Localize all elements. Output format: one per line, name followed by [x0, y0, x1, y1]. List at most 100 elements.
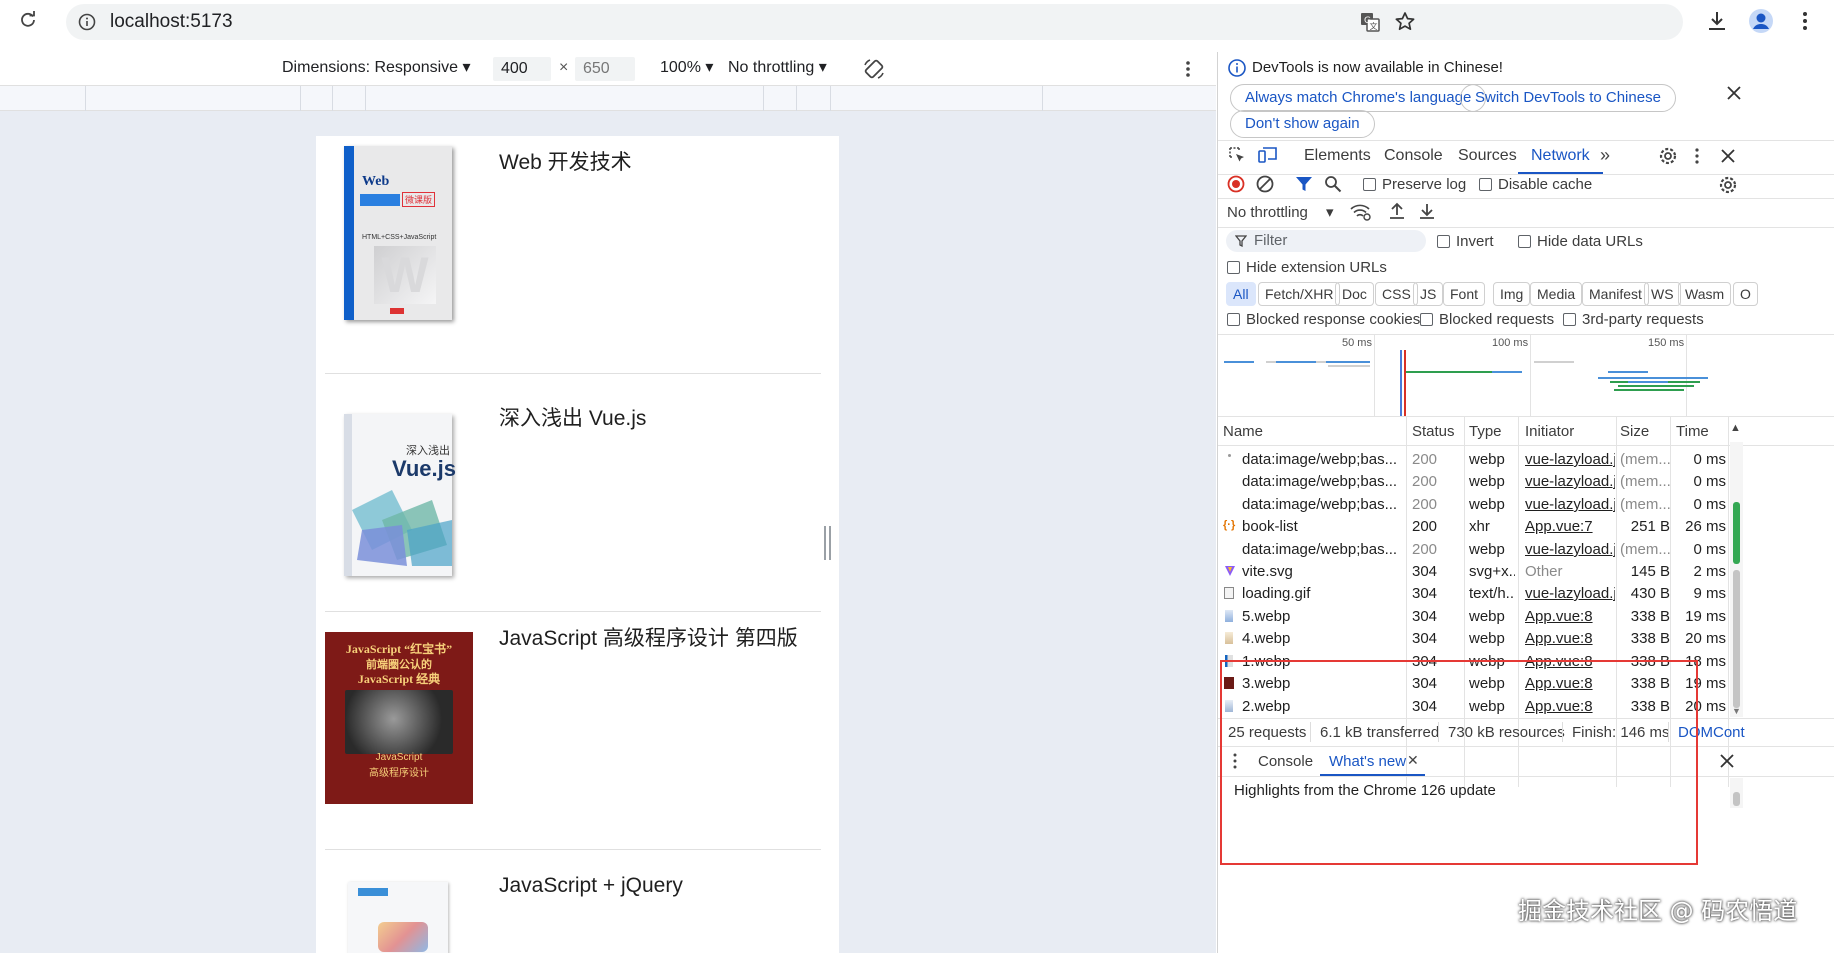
rotate-icon[interactable] — [862, 57, 886, 81]
tab-network[interactable]: Network — [1531, 147, 1590, 165]
import-har-icon[interactable] — [1388, 202, 1406, 220]
type-filter-all[interactable]: All — [1226, 282, 1256, 306]
network-throttling-dropdown[interactable]: No throttling ▾ — [1227, 204, 1334, 221]
row-size: (mem... — [1620, 541, 1670, 558]
record-stop-icon[interactable] — [1227, 175, 1245, 193]
width-input[interactable]: 400 — [493, 57, 551, 81]
table-row[interactable]: 5.webp 304 webp App.vue:8 338 B 19 ms — [1218, 605, 1728, 627]
row-initiator-link[interactable]: vue-lazyload.js — [1525, 541, 1615, 558]
book-item[interactable]: 深入浅出 Vue.js 深入浅出 Vue.js — [316, 374, 839, 612]
height-input[interactable]: 650 — [575, 57, 635, 81]
type-filter-media[interactable]: Media — [1530, 282, 1583, 306]
book-item[interactable]: JavaScript “红宝书” 前端圈公认的 JavaScript 经典 Ja… — [316, 612, 839, 850]
type-filter-wasm[interactable]: Wasm — [1678, 282, 1732, 306]
table-row[interactable]: data:image/webp;bas... 200 webp vue-lazy… — [1218, 448, 1728, 470]
row-initiator-link[interactable]: App.vue:8 — [1525, 630, 1615, 647]
book-cover-jquery — [348, 882, 448, 953]
type-filter-ws[interactable]: WS — [1644, 282, 1681, 306]
dimensions-dropdown[interactable]: Dimensions: Responsive ▾ — [282, 59, 471, 77]
row-initiator-link[interactable]: vue-lazyload.js — [1525, 585, 1615, 602]
throttling-label: No throttling — [1227, 204, 1308, 221]
zoom-dropdown[interactable]: 100% ▾ — [660, 59, 713, 77]
drawer-scrollbar[interactable] — [1730, 778, 1743, 808]
table-row[interactable]: loading.gif 304 text/h... vue-lazyload.j… — [1218, 582, 1728, 604]
table-row[interactable]: 4.webp 304 webp App.vue:8 338 B 20 ms — [1218, 627, 1728, 649]
disable-cache-checkbox[interactable]: Disable cache — [1479, 176, 1592, 193]
hide-extension-urls-checkbox[interactable]: Hide extension URLs — [1227, 259, 1387, 276]
blocked-cookies-label: Blocked response cookies — [1246, 311, 1421, 328]
dont-show-again-button[interactable]: Don't show again — [1230, 110, 1375, 138]
table-scrollbar[interactable]: ▼ — [1730, 442, 1743, 717]
type-filter-css[interactable]: CSS — [1375, 282, 1418, 306]
book-item[interactable]: Web 微课版 HTML+CSS+JavaScript W Web 开发技术 — [316, 136, 839, 374]
network-overview[interactable]: 50 ms 100 ms 150 ms — [1218, 335, 1834, 416]
sort-up-icon[interactable]: ▲ — [1730, 422, 1741, 434]
type-filter-img[interactable]: Img — [1493, 282, 1531, 306]
site-info-icon[interactable] — [78, 13, 96, 31]
bookmark-star-icon[interactable] — [1393, 10, 1417, 34]
table-row[interactable]: data:image/webp;bas... 200 webp vue-lazy… — [1218, 470, 1728, 492]
table-row[interactable]: vite.svg 304 svg+x... Other 145 B 2 ms — [1218, 560, 1728, 582]
type-filter-fetch-xhr[interactable]: Fetch/XHR — [1258, 282, 1341, 306]
row-name: loading.gif — [1242, 585, 1311, 602]
translate-icon[interactable]: G 文 — [1359, 11, 1381, 33]
scroll-down-icon[interactable]: ▼ — [1732, 706, 1741, 716]
filter-input[interactable]: Filter — [1226, 230, 1426, 252]
row-initiator-link[interactable]: vue-lazyload.js — [1525, 496, 1615, 513]
blocked-requests-checkbox[interactable]: Blocked requests — [1420, 311, 1554, 328]
reload-icon[interactable] — [18, 10, 38, 30]
invert-checkbox[interactable]: Invert — [1437, 233, 1494, 250]
table-row[interactable]: data:image/webp;bas... 200 webp vue-lazy… — [1218, 493, 1728, 515]
profile-avatar-icon[interactable] — [1748, 8, 1774, 34]
address-bar[interactable]: G 文 — [66, 4, 1683, 40]
network-conditions-icon[interactable] — [1350, 203, 1372, 221]
close-banner-icon[interactable] — [1727, 86, 1741, 100]
search-icon[interactable] — [1324, 175, 1342, 193]
device-toggle-icon[interactable] — [1258, 146, 1278, 164]
preserve-log-checkbox[interactable]: Preserve log — [1363, 176, 1466, 193]
type-filter-font[interactable]: Font — [1443, 282, 1486, 306]
close-drawer-icon[interactable] — [1720, 754, 1734, 768]
times-sign: × — [559, 59, 569, 76]
third-party-checkbox[interactable]: 3rd-party requests — [1563, 311, 1704, 328]
download-icon[interactable] — [1705, 9, 1729, 33]
col-time[interactable]: Time — [1676, 423, 1709, 440]
settings-gear-icon[interactable] — [1658, 146, 1678, 166]
col-type[interactable]: Type — [1469, 423, 1502, 440]
clear-icon[interactable] — [1256, 175, 1274, 193]
type-filter-manifest[interactable]: Manifest — [1582, 282, 1649, 306]
row-initiator-link[interactable]: App.vue:7 — [1525, 518, 1615, 535]
table-row[interactable]: {·} book-list 200 xhr App.vue:7 251 B 26… — [1218, 515, 1728, 537]
more-tabs-icon[interactable]: » — [1600, 145, 1610, 166]
switch-to-chinese-button[interactable]: Switch DevTools to Chinese — [1460, 84, 1676, 112]
devtools-menu-icon[interactable] — [1692, 147, 1702, 165]
hide-data-urls-checkbox[interactable]: Hide data URLs — [1518, 233, 1643, 250]
device-more-icon[interactable] — [1182, 58, 1194, 80]
row-initiator-link[interactable]: vue-lazyload.js — [1525, 473, 1615, 490]
device-throttling-dropdown[interactable]: No throttling ▾ — [728, 59, 827, 77]
tab-elements[interactable]: Elements — [1304, 147, 1371, 165]
tab-console[interactable]: Console — [1384, 147, 1443, 165]
col-initiator[interactable]: Initiator — [1525, 423, 1574, 440]
row-initiator-link[interactable]: vue-lazyload.js — [1525, 451, 1615, 468]
table-row[interactable]: data:image/webp;bas... 200 webp vue-lazy… — [1218, 538, 1728, 560]
filter-funnel-icon[interactable] — [1295, 176, 1313, 192]
type-filter-js[interactable]: JS — [1413, 282, 1444, 306]
resize-handle[interactable] — [824, 526, 832, 560]
inspect-element-icon[interactable] — [1228, 146, 1246, 164]
close-devtools-icon[interactable] — [1721, 149, 1735, 163]
col-name[interactable]: Name — [1223, 423, 1263, 440]
browser-menu-icon[interactable] — [1795, 10, 1815, 32]
always-match-language-button[interactable]: Always match Chrome's language — [1230, 84, 1487, 112]
tab-sources[interactable]: Sources — [1458, 147, 1517, 165]
col-status[interactable]: Status — [1412, 423, 1455, 440]
export-har-icon[interactable] — [1418, 202, 1436, 220]
type-filter-doc[interactable]: Doc — [1335, 282, 1374, 306]
col-size[interactable]: Size — [1620, 423, 1649, 440]
book-item[interactable]: JavaScript + jQuery — [316, 850, 839, 953]
type-filter-other[interactable]: O — [1733, 282, 1758, 306]
row-initiator-link[interactable]: App.vue:8 — [1525, 608, 1615, 625]
row-time: 0 ms — [1693, 541, 1726, 558]
blocked-cookies-checkbox[interactable]: Blocked response cookies — [1227, 311, 1420, 328]
network-settings-gear-icon[interactable] — [1718, 175, 1738, 195]
